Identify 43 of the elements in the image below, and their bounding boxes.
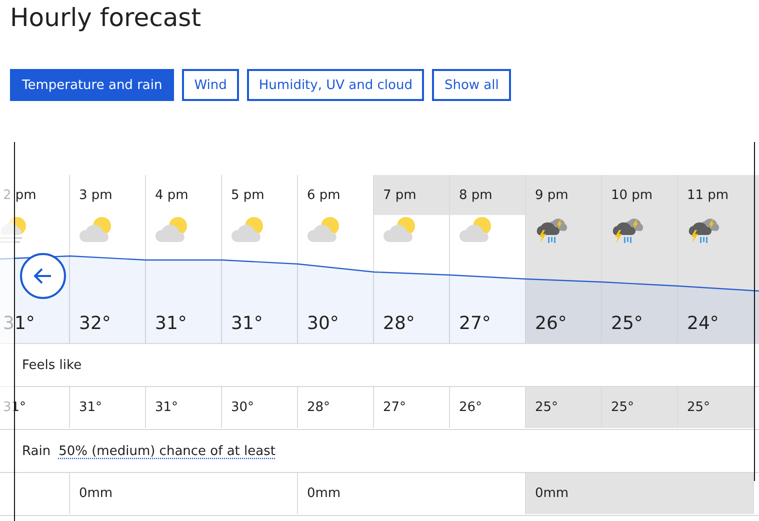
back-arrow-button[interactable] <box>20 253 66 299</box>
hour-header: 10 pm <box>602 175 678 215</box>
hour-header: 9 pm <box>526 175 602 215</box>
feels-like-value: 25° <box>526 387 602 428</box>
temperature: 28° <box>382 313 416 336</box>
rain-chance-link[interactable]: 50% (medium) chance of at least <box>58 444 276 458</box>
sun-cloud-icon <box>79 215 113 245</box>
temperature: 31° <box>154 313 188 336</box>
feels-like-value: 25° <box>602 387 678 428</box>
hour-header: 11 pm <box>678 175 754 215</box>
hour-header: 7 pm <box>374 175 450 215</box>
feels-like-value: 31° <box>70 387 146 428</box>
sun-cloud-icon <box>231 215 265 245</box>
rain-amount: 0mm <box>526 473 754 514</box>
hour-header: 3 pm <box>70 175 146 215</box>
feels-like-value: 27° <box>374 387 450 428</box>
sun-cloud-mist-icon <box>0 215 28 245</box>
tab[interactable]: Wind <box>182 69 239 101</box>
page-title: Hourly forecast <box>9 2 202 34</box>
temperature: 32° <box>78 313 112 336</box>
hour-header: 5 pm <box>222 175 298 215</box>
rain-amount: 0mm <box>70 473 298 514</box>
row-label: Rain <box>22 444 51 458</box>
hour-header: 8 pm <box>450 175 526 215</box>
row-label: Feels like <box>22 358 82 372</box>
temperature: 24° <box>686 313 720 336</box>
temperature: 26° <box>534 313 568 336</box>
temperature: 25° <box>610 313 644 336</box>
feels-like-value: 30° <box>222 387 298 428</box>
sun-cloud-icon <box>459 215 493 245</box>
temperature: 31° <box>230 313 264 336</box>
tab[interactable]: Humidity, UV and cloud <box>246 69 424 101</box>
hour-header: 4 pm <box>146 175 222 215</box>
sun-cloud-icon <box>155 215 189 245</box>
feels-like-value: 28° <box>298 387 374 428</box>
feels-like-value: 31° <box>146 387 222 428</box>
sun-cloud-icon <box>307 215 341 245</box>
tab[interactable]: Show all <box>432 69 511 101</box>
temperature: 27° <box>458 313 492 336</box>
feels-like-value: 25° <box>678 387 754 428</box>
sun-cloud-icon <box>383 215 417 245</box>
temperature: 30° <box>306 313 340 336</box>
tab[interactable]: Temperature and rain <box>10 69 174 101</box>
